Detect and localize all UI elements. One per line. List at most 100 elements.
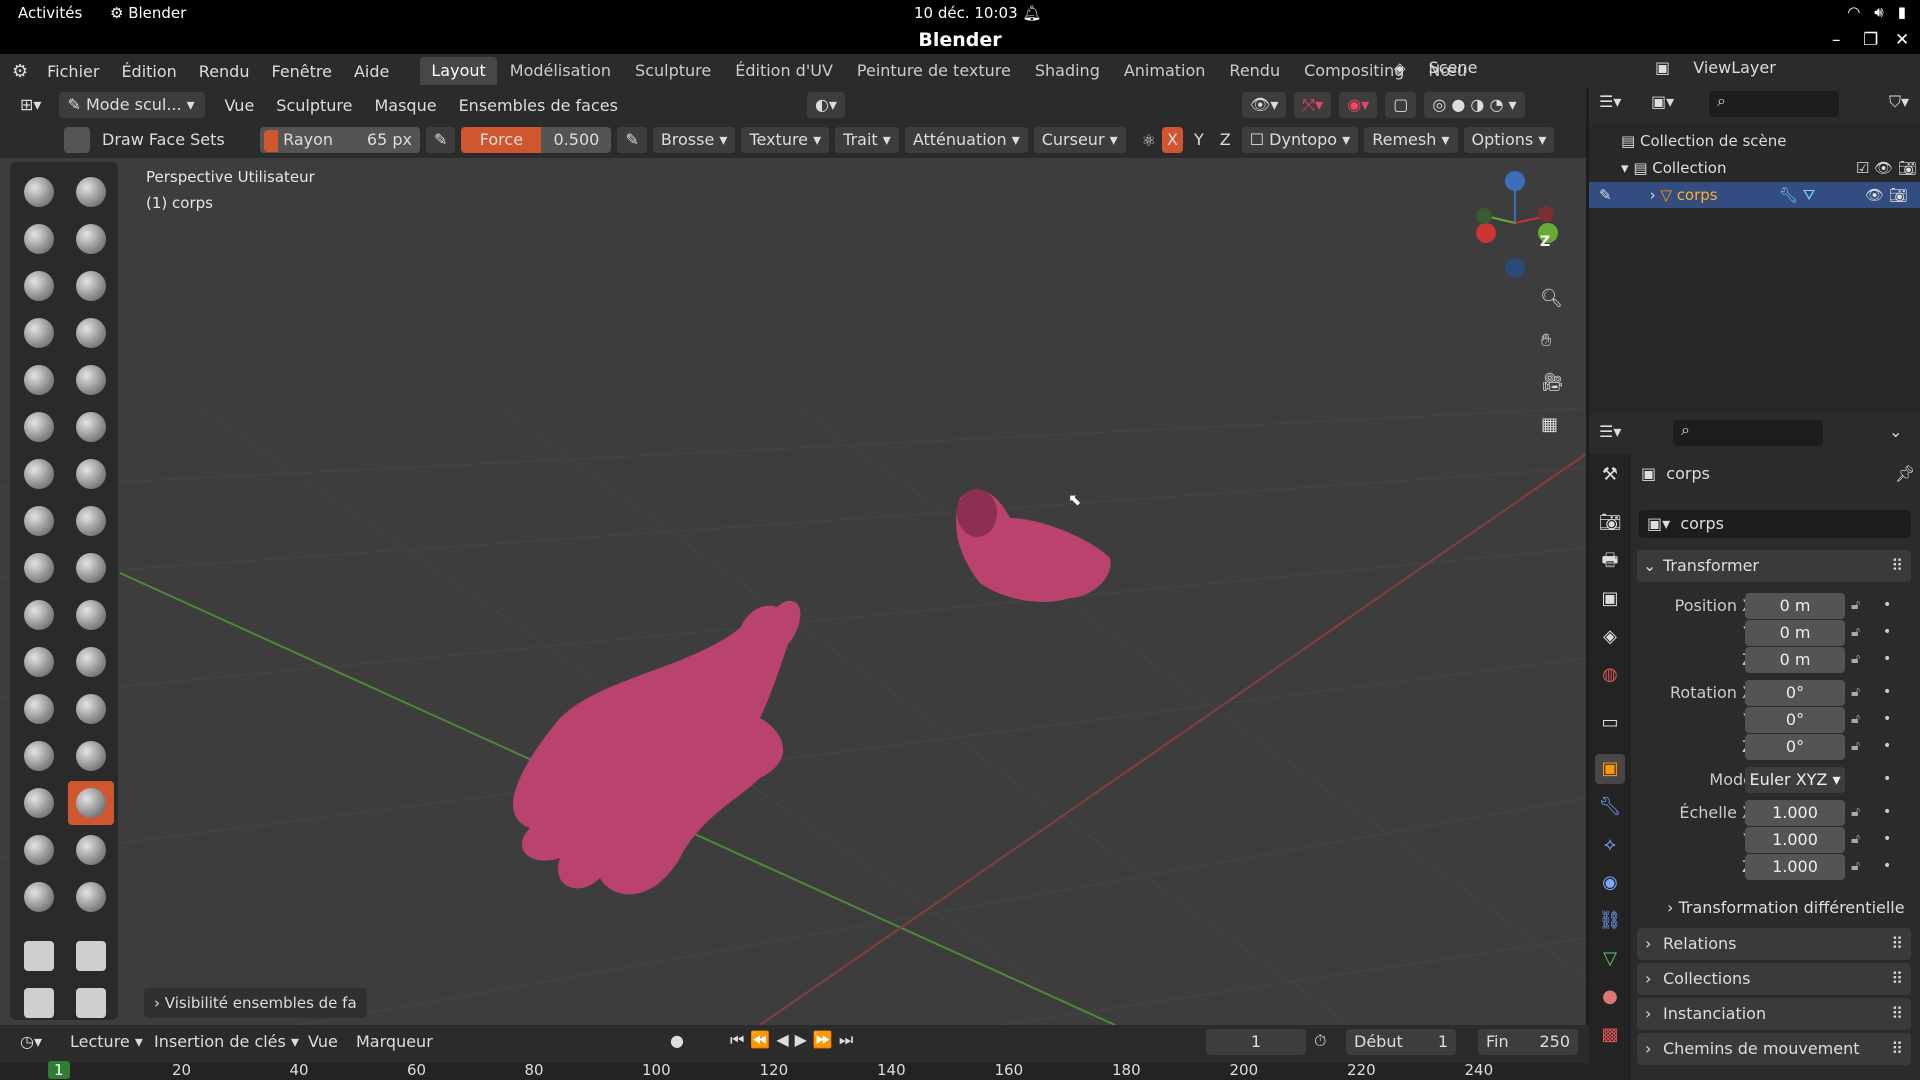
collection-toggles[interactable]: ☑ 👁︎ 📷︎ [1856, 159, 1917, 177]
maximize-icon[interactable]: ❐ [1863, 27, 1878, 54]
rotation-y-field[interactable]: 0° [1745, 707, 1845, 733]
frame-ruler[interactable]: 1 20 40 60 80 100 120 140 160 180 200 220 240 [0, 1061, 1589, 1080]
sculpt-tool-3[interactable] [16, 217, 62, 261]
sculpt-tool-31[interactable] [16, 875, 62, 919]
sculpt-tool-24[interactable] [68, 687, 114, 731]
filter-icon[interactable]: ⛉▾ [1889, 92, 1909, 112]
sculpt-tool-2[interactable] [68, 170, 114, 214]
scale-x-field[interactable]: 1.000 [1745, 800, 1845, 826]
gizmo-icon[interactable]: ⤧▾ [1294, 92, 1332, 118]
perspective-grid-icon[interactable]: ▦ [1541, 414, 1558, 435]
tab-layout[interactable]: Layout [420, 57, 497, 85]
lock-icon[interactable]: 🔓︎ [1851, 624, 1860, 640]
keyframe-dot-icon[interactable]: • [1883, 651, 1891, 667]
menu-edition[interactable]: Édition [110, 62, 187, 81]
sculpt-tool-34[interactable] [68, 934, 114, 978]
rotation-mode-dropdown[interactable]: Euler XYZ ▾ [1745, 767, 1845, 793]
sculpt-tool-16[interactable] [68, 499, 114, 543]
overlay-icon[interactable]: ◉▾ [1339, 92, 1378, 118]
timeline-editor-icon[interactable]: ◷▾ [12, 1029, 50, 1055]
sculpt-tool-35[interactable] [16, 981, 62, 1025]
props-search[interactable]: ⌕ [1673, 420, 1823, 446]
sculpt-tool-18[interactable] [68, 546, 114, 590]
sculpt-tool-26[interactable] [68, 734, 114, 778]
sculpt-tool-7[interactable] [16, 311, 62, 355]
menu-insertion-cles[interactable]: Insertion de clés ▾ [154, 1032, 299, 1051]
editor-type-icon[interactable]: ⊞▾ [12, 92, 50, 118]
axis-z-toggle[interactable]: Z [1214, 127, 1236, 153]
sculpt-tool-20[interactable] [68, 593, 114, 637]
keyframe-dot-icon[interactable]: • [1883, 624, 1891, 640]
sculpt-tool-22[interactable] [68, 640, 114, 684]
sculpt-tool-15[interactable] [16, 499, 62, 543]
menu-vue[interactable]: Vue [213, 96, 265, 115]
constraints-tab-icon[interactable]: ⛓ [1595, 906, 1625, 936]
world-tab-icon[interactable]: ◍ [1595, 660, 1625, 690]
lock-icon[interactable]: 🔓︎ [1851, 651, 1860, 667]
sculpt-tool-4[interactable] [68, 217, 114, 261]
collection-tab-icon[interactable]: ▭ [1595, 708, 1625, 738]
sculpt-tool-19[interactable] [16, 593, 62, 637]
camera-icon[interactable]: 🎥︎ [1541, 372, 1564, 393]
sculpt-tool-6[interactable] [68, 264, 114, 308]
sculpt-tool-33[interactable] [16, 934, 62, 978]
menu-aide[interactable]: Aide [343, 62, 400, 81]
force-field[interactable]: Force 0.500 [461, 127, 612, 153]
tab-sculpture[interactable]: Sculpture [624, 57, 722, 85]
render-tab-icon[interactable]: 📷︎ [1595, 508, 1625, 538]
menu-ensembles-faces[interactable]: Ensembles de faces [448, 96, 629, 115]
tab-animation[interactable]: Animation [1113, 57, 1217, 85]
start-frame-field[interactable]: Début 1 [1346, 1029, 1456, 1055]
view-layer-tab-icon[interactable]: ▣ [1595, 584, 1625, 614]
tab-edition-uv[interactable]: Édition d'UV [724, 57, 844, 85]
tab-shading[interactable]: Shading [1024, 57, 1111, 85]
sculpt-tool-12[interactable] [68, 405, 114, 449]
remesh-dropdown[interactable]: Remesh ▾ [1364, 127, 1458, 153]
dropdown-brosse[interactable]: Brosse ▾ [652, 127, 736, 153]
sculpt-tool-13[interactable] [16, 452, 62, 496]
menu-sculpture[interactable]: Sculpture [265, 96, 363, 115]
3d-viewport[interactable]: Perspective Utilisateur (1) corps Z 🔍︎ ✋… [0, 158, 1586, 1025]
keyframe-dot-icon[interactable]: • [1883, 804, 1891, 820]
data-tab-icon[interactable]: ▽ [1595, 944, 1625, 974]
particles-tab-icon[interactable]: ⟡ [1595, 830, 1625, 860]
shading-modes-icon[interactable]: ◎ ● ◑ ◔ ▾ [1424, 92, 1525, 118]
blender-logo-icon[interactable]: ⚙ [0, 61, 36, 82]
sculpt-tool-36[interactable] [68, 981, 114, 1025]
tab-peinture-texture[interactable]: Peinture de texture [846, 57, 1022, 85]
sculpt-tool-9[interactable] [16, 358, 62, 402]
sculpt-tool-30[interactable] [68, 828, 114, 872]
sculpt-tool-32[interactable] [68, 875, 114, 919]
tool-tab-icon[interactable]: ⚒ [1595, 460, 1625, 490]
modifier-tab-icon[interactable]: 🔧︎ [1595, 792, 1625, 822]
outliner-search[interactable]: ⌕ [1709, 91, 1839, 117]
clock[interactable]: 10 déc. 10:03 🔔︎ [914, 4, 1041, 22]
last-operator-panel[interactable]: › Visibilité ensembles de fa [144, 988, 367, 1018]
keyframe-dot-icon[interactable]: • [1883, 738, 1891, 754]
menu-masque[interactable]: Masque [363, 96, 447, 115]
texture-tab-icon[interactable]: ▩ [1595, 1020, 1625, 1050]
options-dropdown[interactable]: Options ▾ [1463, 127, 1555, 153]
dyntopo-toggle[interactable]: ☐ Dyntopo ▾ [1241, 127, 1359, 153]
lock-icon[interactable]: 🔓︎ [1851, 738, 1860, 754]
rotation-x-field[interactable]: 0° [1745, 680, 1845, 706]
lock-icon[interactable]: 🔓︎ [1851, 858, 1860, 874]
tab-modelisation[interactable]: Modélisation [499, 57, 622, 85]
hand-pan-icon[interactable]: ✋︎ [1541, 330, 1551, 351]
panel-relations[interactable]: › Relations ⠿ [1637, 928, 1911, 960]
brush-name[interactable]: Draw Face Sets [94, 127, 254, 153]
current-frame-field[interactable]: 1 [1206, 1029, 1306, 1055]
stopwatch-icon[interactable]: ⏱︎ [1314, 1031, 1326, 1051]
drag-handle-icon[interactable]: ⠿ [1891, 998, 1903, 1030]
close-icon[interactable]: ✕ [1895, 27, 1909, 54]
tab-rendu[interactable]: Rendu [1218, 57, 1291, 85]
pin-icon[interactable]: 📌︎ [1895, 464, 1915, 483]
pivot-icon[interactable]: ◐▾ [806, 92, 845, 118]
dropdown-curseur[interactable]: Curseur ▾ [1033, 127, 1126, 153]
lock-icon[interactable]: 🔓︎ [1851, 711, 1860, 727]
zoom-icon[interactable]: 🔍︎ [1540, 288, 1563, 309]
lock-icon[interactable]: 🔓︎ [1851, 831, 1860, 847]
object-tab-icon[interactable]: ▣ [1595, 754, 1625, 784]
sculpt-tool-21[interactable] [16, 640, 62, 684]
dropdown-attenuation[interactable]: Atténuation ▾ [904, 127, 1028, 153]
